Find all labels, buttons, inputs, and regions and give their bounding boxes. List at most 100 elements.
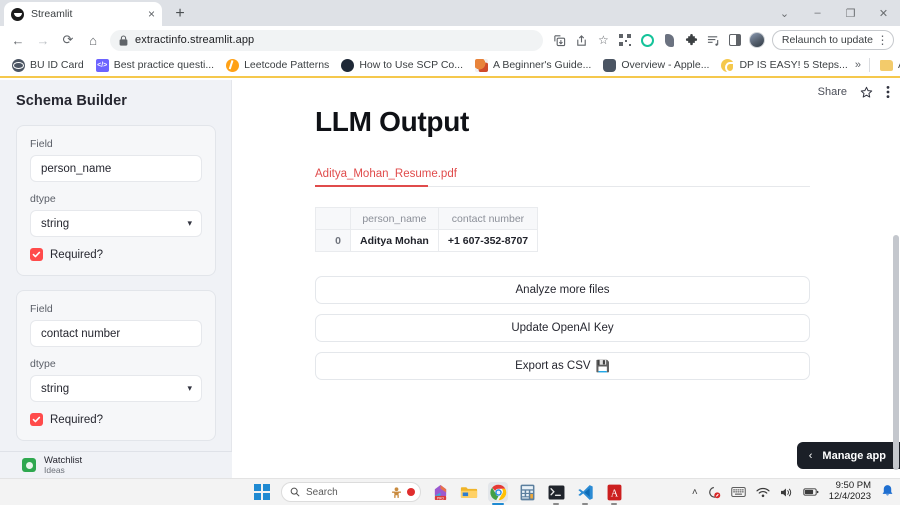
relaunch-label: Relaunch to update [781,34,873,46]
three-dot-menu-icon[interactable] [886,85,890,99]
globe-icon [12,58,25,72]
tab-aditya-mohan-resume[interactable]: Aditya_Mohan_Resume.pdf [315,168,457,186]
dtype-value: string [41,382,70,395]
chevron-left-icon: ‹ [808,449,813,462]
qr-code-icon[interactable] [615,28,636,52]
url-text: extractinfo.streamlit.app [135,34,255,46]
install-app-icon[interactable] [549,28,570,52]
bookmarks-bar: BU ID Card </> Best practice questi... L… [0,54,900,78]
checkbox-checked-icon[interactable] [30,413,43,426]
tab-active-indicator [315,185,428,187]
volume-icon[interactable] [780,487,793,498]
dtype-select[interactable]: string ▾ [30,210,202,237]
avatar[interactable] [747,28,768,52]
required-label: Required? [50,413,104,426]
cell-index: 0 [315,229,351,252]
system-tray: ˄ 9:50 PM 12/4/2023 [692,480,894,503]
antivirus-icon[interactable] [708,486,721,499]
dtype-select[interactable]: string ▾ [30,375,202,402]
reading-list-icon[interactable] [703,28,724,52]
grammarly-extension-icon[interactable] [637,28,658,52]
bookmark-best-practice[interactable]: </> Best practice questi... [91,57,219,74]
floppy-disk-icon: 💾 [595,361,610,373]
chrome-icon[interactable] [488,482,508,505]
tag-extension-icon[interactable] [659,28,680,52]
star-icon[interactable] [860,86,873,99]
three-dot-menu-icon[interactable]: ⋮ [876,28,889,52]
file-tabs: Aditya_Mohan_Resume.pdf [315,164,810,187]
field-name-input[interactable]: contact number [30,320,202,347]
table-header-person-name: person_name [350,207,439,230]
manage-app-button[interactable]: ‹ Manage app [796,442,900,469]
relaunch-to-update-button[interactable]: Relaunch to update ⋮ [771,28,894,52]
new-tab-button[interactable]: + [168,2,192,26]
chevron-down-icon: ▾ [187,218,192,228]
all-bookmarks-button[interactable]: All Bookmarks [878,57,900,73]
bookmark-bu-id-card[interactable]: BU ID Card [7,57,89,74]
windows-start-icon[interactable] [252,482,272,502]
share-button[interactable]: Share [818,86,847,98]
bookmark-beginners-guide[interactable]: A Beginner's Guide... [470,57,596,74]
required-checkbox-row[interactable]: Required? [30,413,202,426]
tray-chevron-up-icon[interactable]: ˄ [692,487,698,498]
bookmark-overview-apple[interactable]: Overview - Apple... [598,57,714,74]
schema-field-card-2: Field contact number dtype string ▾ Requ… [16,290,216,441]
code-icon: </> [95,58,109,72]
bookmark-leetcode-patterns[interactable]: Leetcode Patterns [221,57,334,74]
field-name-input[interactable]: person_name [30,155,202,182]
minimize-icon[interactable]: – [801,0,834,26]
apple-icon [603,58,617,72]
back-icon[interactable]: ← [6,28,30,52]
vscode-icon[interactable] [575,482,595,505]
bookmarks-overflow-button[interactable]: » [855,59,861,71]
manage-app-label: Manage app [822,449,886,462]
dp-icon [721,58,736,73]
close-icon[interactable]: × [148,8,155,20]
bell-icon[interactable] [881,484,894,501]
battery-icon[interactable] [803,487,819,497]
update-openai-key-button[interactable]: Update OpenAI Key [315,314,810,342]
close-window-icon[interactable]: ✕ [867,0,900,26]
bookmark-scp-command[interactable]: How to Use SCP Co... [336,57,468,74]
keyboard-icon[interactable] [731,487,746,497]
checkbox-checked-icon[interactable] [30,248,43,261]
forward-icon[interactable]: → [31,28,55,52]
watchlist-icon [22,458,36,472]
file-explorer-icon[interactable] [459,482,479,502]
record-dot-icon [407,488,415,496]
cell-person-name: Aditya Mohan [350,229,439,252]
export-as-csv-button[interactable]: Export as CSV 💾 [315,352,810,380]
browser-tab-title: Streamlit [31,8,73,20]
calculator-icon[interactable] [517,482,537,502]
wifi-icon[interactable] [756,487,770,498]
terminal-icon[interactable] [546,482,566,505]
dtype-value: string [41,217,70,230]
required-checkbox-row[interactable]: Required? [30,248,202,261]
chevron-down-icon[interactable]: ⌄ [768,0,801,26]
analyze-more-files-button[interactable]: Analyze more files [315,276,810,304]
watchlist-widget[interactable]: Watchlist Ideas [0,451,232,478]
bookmark-label: Leetcode Patterns [244,59,330,71]
taskbar-clock[interactable]: 9:50 PM 12/4/2023 [829,480,871,503]
bookmark-star-icon[interactable]: ☆ [593,28,614,52]
copilot-pro-icon[interactable]: PRO [430,482,450,502]
address-bar[interactable]: extractinfo.streamlit.app [110,29,543,51]
python-icon [475,58,488,72]
watchlist-subtitle: Ideas [44,464,65,475]
taskbar-search[interactable]: Search [281,482,421,502]
extensions-puzzle-icon[interactable] [681,28,702,52]
sidebar-title: Schema Builder [16,93,127,109]
maximize-icon[interactable]: ❐ [834,0,867,26]
browser-tab-streamlit[interactable]: Streamlit × [4,2,162,26]
bookmark-dp-is-easy[interactable]: DP IS EASY! 5 Steps... [716,57,852,74]
reload-icon[interactable]: ⟳ [56,28,80,52]
vertical-scrollbar[interactable] [893,235,899,470]
side-panel-icon[interactable] [725,28,746,52]
adobe-acrobat-icon[interactable]: A [604,482,624,505]
chevron-down-icon: ▾ [187,383,192,393]
divider [868,58,870,72]
svg-text:A: A [610,488,618,499]
share-icon[interactable] [571,28,592,52]
home-icon[interactable]: ⌂ [81,28,105,52]
browser-window: Streamlit × + ⌄ – ❐ ✕ ← → ⟳ ⌂ extractinf… [0,0,900,505]
